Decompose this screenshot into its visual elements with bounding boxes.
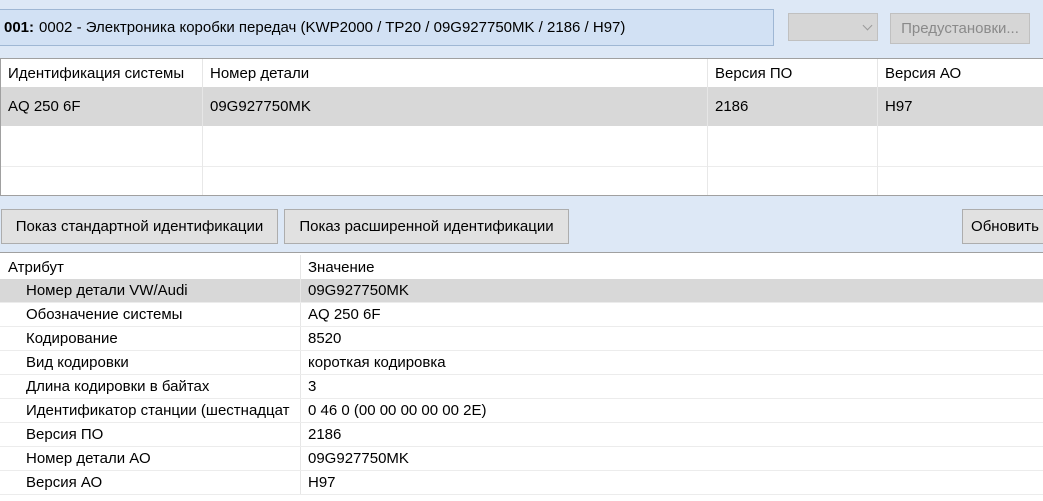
table-row[interactable]: Номер детали АО 09G927750MK	[0, 447, 1043, 471]
refresh-button[interactable]: Обновить	[962, 209, 1043, 244]
empty-cell	[708, 166, 878, 195]
cell-part-number: 09G927750MK	[203, 87, 708, 126]
table-row[interactable]: Обозначение системы AQ 250 6F	[0, 303, 1043, 327]
table-row[interactable]: AQ 250 6F 09G927750MK 2186 H97	[1, 87, 1043, 126]
attribute-value: H97	[308, 474, 336, 491]
attribute-name: Версия АО	[0, 471, 301, 494]
empty-cell	[203, 166, 708, 195]
empty-cell	[1, 126, 203, 166]
module-title: 0002 - Электроника коробки передач (KWP2…	[39, 19, 626, 36]
empty-cell	[1, 166, 203, 195]
table-row[interactable]: Версия ПО 2186	[0, 423, 1043, 447]
table-row[interactable]: Вид кодировки короткая кодировка	[0, 351, 1043, 375]
empty-table-row	[1, 126, 1043, 167]
attribute-table: Атрибут Значение Номер детали VW/Audi 09…	[0, 252, 1043, 501]
attribute-value: 0 46 0 (00 00 00 00 00 2E)	[308, 402, 487, 419]
system-identification-table: Идентификация системы Номер детали Верси…	[0, 58, 1043, 196]
column-header-software-version[interactable]: Версия ПО	[708, 59, 878, 87]
attribute-value: короткая кодировка	[308, 354, 446, 371]
attribute-value: AQ 250 6F	[308, 306, 381, 323]
empty-cell	[708, 126, 878, 166]
attribute-name: Номер детали VW/Audi	[0, 279, 301, 302]
chevron-down-icon	[862, 20, 873, 31]
presets-button[interactable]: Предустановки...	[890, 13, 1030, 44]
table-row[interactable]: Идентификатор станции (шестнадцат 0 46 0…	[0, 399, 1043, 423]
column-header-hardware-version[interactable]: Версия АО	[878, 59, 1043, 87]
attribute-value: 09G927750MK	[308, 282, 409, 299]
cell-system-id: AQ 250 6F	[1, 87, 203, 126]
module-title-box: 001: 0002 - Электроника коробки передач …	[0, 9, 774, 46]
cell-hardware-version: H97	[885, 98, 913, 115]
table-row[interactable]: Кодирование 8520	[0, 327, 1043, 351]
attribute-name: Вид кодировки	[0, 351, 301, 374]
attribute-value: 09G927750MK	[308, 450, 409, 467]
module-number: 001:	[4, 19, 35, 36]
show-extended-identification-button[interactable]: Показ расширенной идентификации	[284, 209, 569, 244]
column-header-system-id[interactable]: Идентификация системы	[1, 59, 203, 87]
attribute-header-row: Атрибут Значение	[0, 255, 1043, 279]
attribute-name: Длина кодировки в байтах	[0, 375, 301, 398]
attribute-value: 8520	[308, 330, 342, 347]
empty-table-row	[1, 166, 1043, 195]
show-standard-identification-button[interactable]: Показ стандартной идентификации	[1, 209, 278, 244]
table-row[interactable]: Версия АО H97	[0, 471, 1043, 495]
cell-software-version: 2186	[708, 87, 878, 126]
table-row[interactable]: Номер детали VW/Audi 09G927750MK	[0, 279, 1043, 303]
column-header-attribute[interactable]: Атрибут	[0, 255, 301, 279]
attribute-name: Версия ПО	[0, 423, 301, 446]
attribute-value: 3	[308, 378, 317, 395]
attribute-name: Идентификатор станции (шестнадцат	[0, 399, 301, 422]
attribute-value: 2186	[308, 426, 342, 443]
table-row[interactable]: Длина кодировки в байтах 3	[0, 375, 1043, 399]
table-header-row: Идентификация системы Номер детали Верси…	[1, 59, 1043, 87]
preset-combo[interactable]	[788, 13, 878, 41]
attribute-name: Кодирование	[0, 327, 301, 350]
attribute-name: Обозначение системы	[0, 303, 301, 326]
column-header-value[interactable]: Значение	[301, 255, 1043, 279]
column-header-part-number[interactable]: Номер детали	[203, 59, 708, 87]
attribute-name: Номер детали АО	[0, 447, 301, 470]
empty-cell	[203, 126, 708, 166]
